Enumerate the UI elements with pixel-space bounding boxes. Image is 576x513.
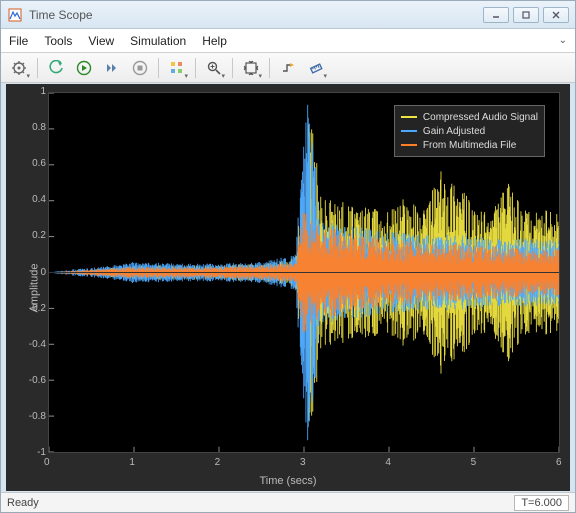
legend-item[interactable]: Compressed Audio Signal	[401, 110, 538, 124]
step-forward-button[interactable]	[100, 56, 124, 80]
legend-label: From Multimedia File	[423, 140, 516, 151]
legend-swatch	[401, 130, 417, 132]
title-bar: Time Scope	[1, 1, 575, 29]
plot-area[interactable]: Compressed Audio Signal Gain Adjusted Fr…	[48, 92, 560, 453]
y-tick-label: 0.8	[32, 122, 46, 133]
toolbar	[1, 53, 575, 83]
stop-button[interactable]	[128, 56, 152, 80]
triggers-button[interactable]	[276, 56, 300, 80]
legend-item[interactable]: Gain Adjusted	[401, 124, 538, 138]
zoom-button[interactable]	[202, 56, 226, 80]
run-button[interactable]	[72, 56, 96, 80]
scope-panel: Amplitude Time (secs) Compressed Audio S…	[6, 84, 570, 491]
menu-bar: File Tools View Simulation Help ⌄	[1, 29, 575, 53]
legend[interactable]: Compressed Audio Signal Gain Adjusted Fr…	[394, 105, 545, 157]
y-tick-label: 0.4	[32, 194, 46, 205]
y-tick-label: -0.2	[29, 303, 46, 314]
x-tick-label: 3	[300, 457, 306, 468]
x-tick-label: 4	[385, 457, 391, 468]
close-button[interactable]	[543, 7, 569, 23]
minimize-button[interactable]	[483, 7, 509, 23]
x-tick-label: 0	[44, 457, 50, 468]
legend-swatch	[401, 116, 417, 118]
legend-label: Gain Adjusted	[423, 126, 485, 137]
app-icon	[7, 7, 23, 23]
step-back-button[interactable]	[44, 56, 68, 80]
y-tick-label: -0.8	[29, 411, 46, 422]
maximize-button[interactable]	[513, 7, 539, 23]
y-tick-label: -0.4	[29, 339, 46, 350]
menu-overflow-icon[interactable]: ⌄	[559, 35, 567, 46]
x-tick-label: 2	[215, 457, 221, 468]
status-bar: Ready T=6.000	[1, 492, 575, 512]
menu-file[interactable]: File	[9, 34, 28, 48]
legend-label: Compressed Audio Signal	[423, 112, 538, 123]
menu-simulation[interactable]: Simulation	[130, 34, 186, 48]
configure-button[interactable]	[7, 56, 31, 80]
x-tick-label: 1	[129, 457, 135, 468]
highlight-button[interactable]	[165, 56, 189, 80]
x-axis-label: Time (secs)	[6, 475, 570, 487]
menu-help[interactable]: Help	[202, 34, 227, 48]
x-tick-label: 5	[471, 457, 477, 468]
y-tick-label: 0.2	[32, 230, 46, 241]
menu-tools[interactable]: Tools	[44, 34, 72, 48]
toolbar-separator	[195, 58, 196, 78]
status-ready: Ready	[7, 497, 39, 509]
autoscale-button[interactable]	[239, 56, 263, 80]
y-tick-label: 0.6	[32, 158, 46, 169]
measurements-button[interactable]	[304, 56, 328, 80]
window-buttons	[483, 7, 569, 23]
y-tick-label: 1	[40, 86, 46, 97]
toolbar-separator	[232, 58, 233, 78]
y-tick-label: -0.6	[29, 375, 46, 386]
y-tick-label: 0	[40, 267, 46, 278]
legend-swatch	[401, 144, 417, 146]
window-title: Time Scope	[29, 8, 483, 22]
toolbar-separator	[269, 58, 270, 78]
legend-item[interactable]: From Multimedia File	[401, 138, 538, 152]
menu-view[interactable]: View	[88, 34, 114, 48]
x-tick-label: 6	[556, 457, 562, 468]
toolbar-separator	[37, 58, 38, 78]
status-time: T=6.000	[514, 495, 569, 511]
toolbar-separator	[158, 58, 159, 78]
